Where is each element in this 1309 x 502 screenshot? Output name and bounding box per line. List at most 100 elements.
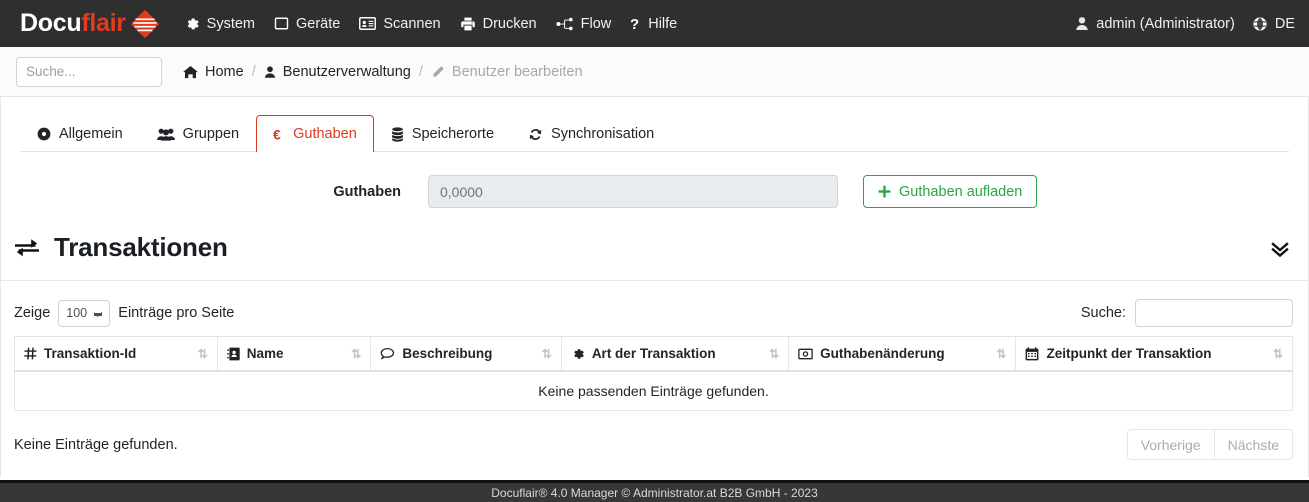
table-header-row: Transaktion-Id ⇅ (15, 337, 1293, 372)
tab-label: Allgemein (59, 126, 123, 142)
page-length-label-before: Zeige (14, 305, 50, 321)
navbar-right: admin (Administrator) DE (1075, 16, 1295, 32)
balance-label: Guthaben (18, 184, 428, 200)
brand-logo[interactable]: Docuflair (20, 7, 162, 41)
sort-icon[interactable]: ⇅ (198, 348, 208, 360)
sort-icon[interactable]: ⇅ (351, 348, 361, 360)
column-header-label: Art der Transaktion (592, 346, 716, 361)
brand-text-primary: Docu (20, 9, 81, 37)
hashtag-icon (24, 347, 37, 360)
topup-balance-label: Guthaben aufladen (899, 184, 1022, 200)
question-mark-icon: ? (630, 16, 641, 32)
tab-gruppen[interactable]: Gruppen (140, 115, 256, 152)
page-length-control: Zeige 100 Einträge pro Seite (14, 300, 234, 327)
tab-label: Synchronisation (551, 126, 654, 142)
svg-text:€: € (273, 127, 281, 142)
sort-icon[interactable]: ⇅ (1273, 348, 1283, 360)
users-icon (157, 127, 175, 141)
language-label: DE (1275, 16, 1295, 32)
sort-icon[interactable]: ⇅ (996, 348, 1006, 360)
breadcrumb-separator: / (251, 64, 257, 80)
column-header-transaktion-id[interactable]: Transaktion-Id ⇅ (15, 337, 218, 372)
nav-item-label: Geräte (296, 16, 340, 32)
tab-guthaben[interactable]: € Guthaben (256, 115, 374, 152)
pagination-previous-button[interactable]: Vorherige (1127, 429, 1215, 460)
gear-icon (571, 347, 585, 361)
page-footer: Docuflair® 4.0 Manager © Administrator.a… (0, 480, 1309, 502)
language-switcher[interactable]: DE (1252, 16, 1295, 32)
address-book-icon (227, 347, 240, 361)
column-header-zeitpunkt-der-transaktion[interactable]: Zeitpunkt der Transaktion ⇅ (1016, 337, 1293, 372)
sort-icon[interactable]: ⇅ (769, 348, 779, 360)
table-header: Transaktion-Id ⇅ (15, 337, 1293, 372)
filter-input[interactable] (1135, 299, 1293, 327)
table-empty-message: Keine passenden Einträge gefunden. (15, 371, 1293, 411)
breadcrumb-item-benutzer-bearbeiten: Benutzer bearbeiten (431, 64, 583, 80)
datatable-footer: Keine Einträge gefunden. Vorherige Nächs… (0, 411, 1309, 460)
angle-double-down-icon[interactable] (1269, 237, 1291, 259)
sort-icon[interactable]: ⇅ (542, 348, 552, 360)
tab-label: Speicherorte (412, 126, 494, 142)
transactions-table: Transaktion-Id ⇅ (14, 336, 1293, 411)
column-header-art-der-transaktion[interactable]: Art der Transaktion ⇅ (561, 337, 788, 372)
user-menu-label: admin (Administrator) (1096, 16, 1235, 32)
nav-item-scannen[interactable]: Scannen (359, 16, 440, 32)
column-header-guthabenaenderung[interactable]: Guthabenänderung ⇅ (789, 337, 1016, 372)
user-menu[interactable]: admin (Administrator) (1075, 16, 1235, 32)
table-body: Keine passenden Einträge gefunden. (15, 371, 1293, 411)
tab-list: Allgemein Gruppen (20, 97, 1289, 152)
nav-item-geraete[interactable]: Geräte (274, 16, 340, 32)
euro-icon: € (273, 127, 285, 142)
balance-form-row: Guthaben Guthaben aufladen (0, 152, 1309, 208)
column-header-label: Beschreibung (402, 346, 492, 361)
topup-balance-button[interactable]: Guthaben aufladen (863, 175, 1037, 208)
svg-text:?: ? (630, 16, 639, 32)
transactions-section-header: Transaktionen (0, 232, 1309, 281)
pagination-next-button[interactable]: Nächste (1215, 429, 1293, 460)
column-header-label: Zeitpunkt der Transaktion (1046, 346, 1211, 361)
filter-label: Suche: (1081, 305, 1126, 321)
breadcrumb-item-home[interactable]: Home (183, 64, 244, 80)
tab-label: Gruppen (183, 126, 239, 142)
tabs-container: Allgemein Gruppen (0, 97, 1309, 152)
app-page: Docuflair Syst (0, 0, 1309, 502)
column-header-name[interactable]: Name ⇅ (217, 337, 371, 372)
page-length-label-after: Einträge pro Seite (118, 305, 234, 321)
comment-icon (380, 347, 395, 360)
transactions-table-wrap: Transaktion-Id ⇅ (0, 336, 1309, 411)
pencil-icon (431, 65, 445, 79)
nav-item-system[interactable]: System (184, 16, 255, 32)
nav-item-label: Drucken (483, 16, 537, 32)
page-length-select[interactable]: 100 (58, 300, 110, 327)
breadcrumb-item-label: Benutzer bearbeiten (452, 64, 583, 80)
balance-input[interactable] (428, 175, 838, 208)
top-navbar: Docuflair Syst (0, 0, 1309, 47)
tab-speicherorte[interactable]: Speicherorte (374, 115, 511, 152)
sync-icon (528, 127, 543, 142)
breadcrumb-item-label: Benutzerverwaltung (283, 64, 411, 80)
brand-text: Docuflair (20, 11, 126, 36)
home-icon (183, 65, 198, 79)
search-input[interactable] (16, 57, 162, 87)
column-header-beschreibung[interactable]: Beschreibung ⇅ (371, 337, 561, 372)
user-icon (1075, 16, 1089, 31)
user-icon (264, 65, 276, 79)
breadcrumb-separator: / (418, 64, 424, 80)
breadcrumb-item-label: Home (205, 64, 244, 80)
column-header-label: Guthabenänderung (820, 346, 945, 361)
breadcrumb: Home / Benutzerverwaltung / (183, 64, 583, 80)
nav-item-drucken[interactable]: Drucken (460, 16, 537, 32)
footer-text: Docuflair® 4.0 Manager © Administrator.a… (491, 486, 818, 500)
table-empty-row: Keine passenden Einträge gefunden. (15, 371, 1293, 411)
datatable-info: Keine Einträge gefunden. (14, 437, 178, 453)
nav-item-hilfe[interactable]: ? Hilfe (630, 16, 677, 32)
nav-item-flow[interactable]: Flow (556, 16, 612, 32)
tab-synchronisation[interactable]: Synchronisation (511, 115, 671, 152)
sitemap-icon (556, 17, 574, 31)
money-bill-icon (798, 348, 813, 360)
nav-item-label: System (207, 16, 255, 32)
nav-item-label: Hilfe (648, 16, 677, 32)
tab-allgemein[interactable]: Allgemein (20, 115, 140, 152)
datatable-controls: Zeige 100 Einträge pro Seite Suche: (0, 281, 1309, 336)
breadcrumb-item-benutzerverwaltung[interactable]: Benutzerverwaltung (264, 64, 411, 80)
